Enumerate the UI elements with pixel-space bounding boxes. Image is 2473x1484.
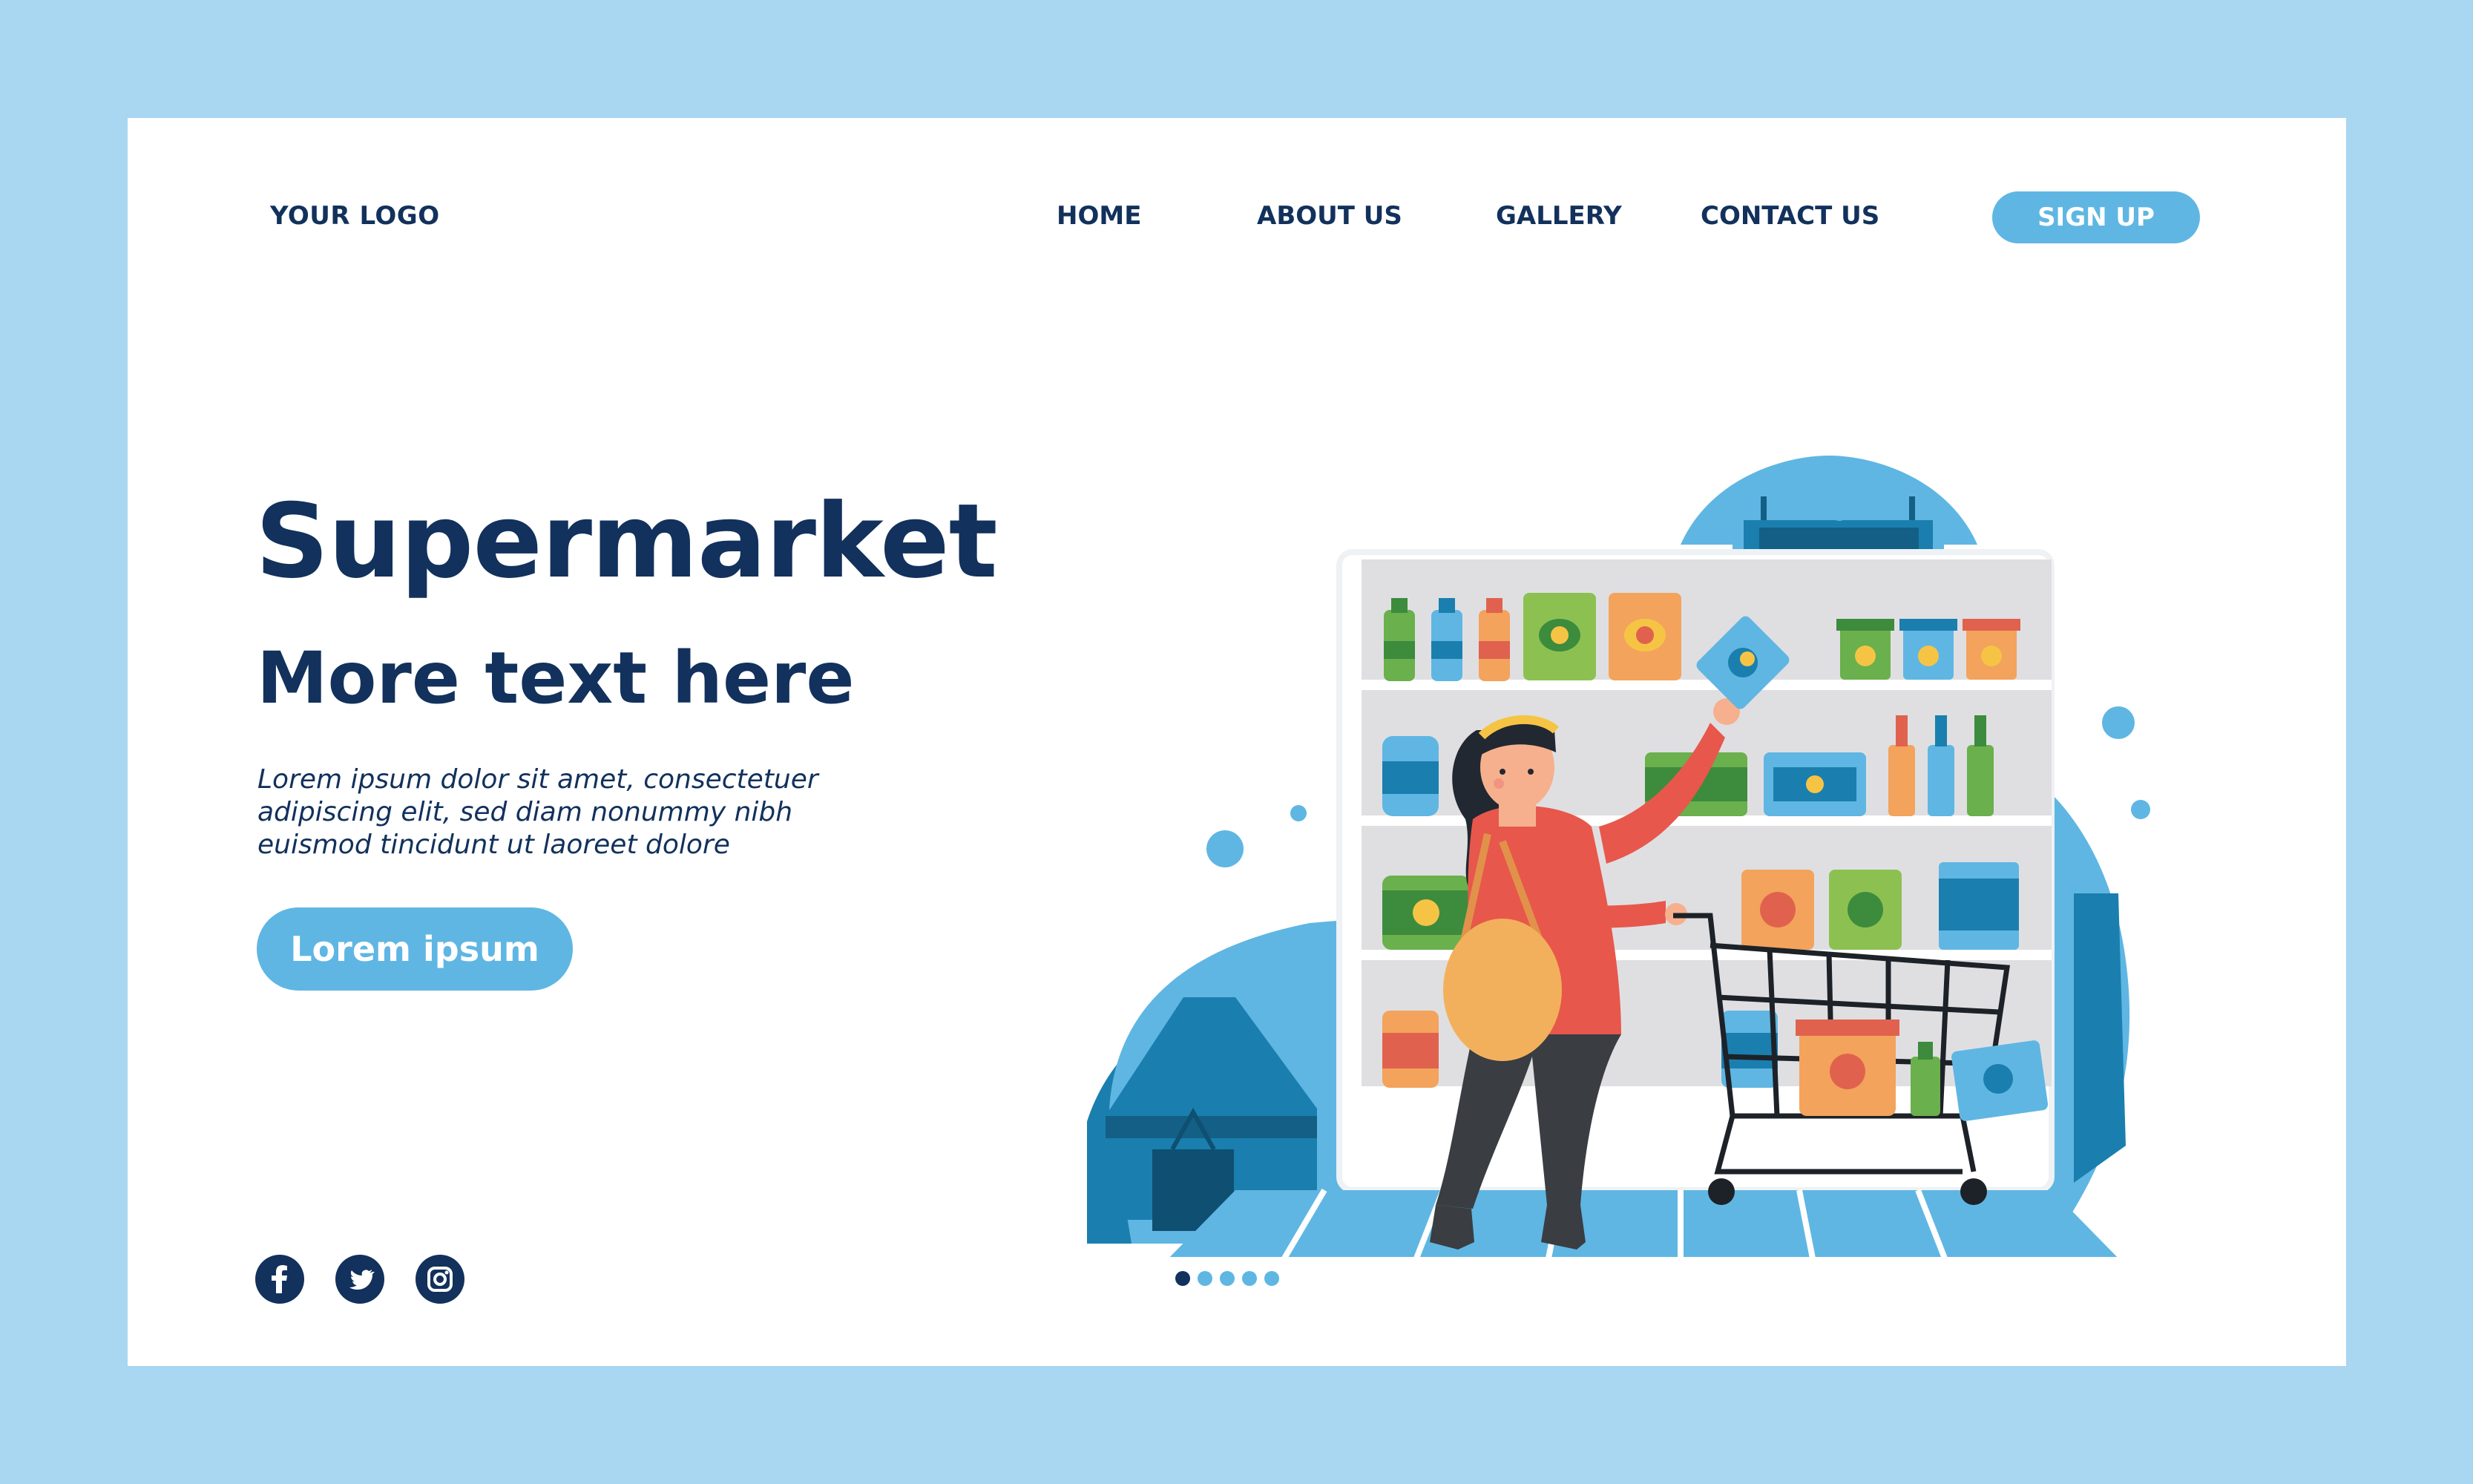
right-door [2074, 893, 2126, 1183]
pagination-dot[interactable] [1198, 1271, 1212, 1286]
nav-contact-us[interactable]: CONTACT US [1701, 201, 1879, 231]
nav-home[interactable]: HOME [1057, 201, 1141, 231]
cta-button[interactable]: Lorem ipsum [257, 907, 573, 991]
supermarket-illustration [1087, 456, 2150, 1257]
pagination-dot[interactable] [1264, 1271, 1279, 1286]
nav-about-us[interactable]: ABOUT US [1257, 201, 1402, 231]
shoulder-bag [1443, 919, 1562, 1061]
sign-up-button[interactable]: SIGN UP [1992, 191, 2200, 243]
pagination [1175, 1271, 1279, 1286]
pagination-dot[interactable] [1175, 1271, 1190, 1286]
hero-title: Supermarket [255, 482, 998, 601]
pagination-dot[interactable] [1220, 1271, 1235, 1286]
hero-body-text: Lorem ipsum dolor sit amet, consectetuer… [257, 764, 818, 860]
instagram-icon[interactable] [416, 1255, 464, 1304]
nav-gallery[interactable]: GALLERY [1496, 201, 1622, 231]
logo[interactable]: YOUR LOGO [270, 201, 440, 231]
facebook-icon[interactable] [255, 1255, 304, 1304]
landing-page-card: YOUR LOGO HOME ABOUT US GALLERY CONTACT … [128, 118, 2346, 1366]
pagination-dot[interactable] [1242, 1271, 1257, 1286]
hero-subtitle: More text here [257, 637, 855, 720]
twitter-icon[interactable] [335, 1255, 384, 1304]
